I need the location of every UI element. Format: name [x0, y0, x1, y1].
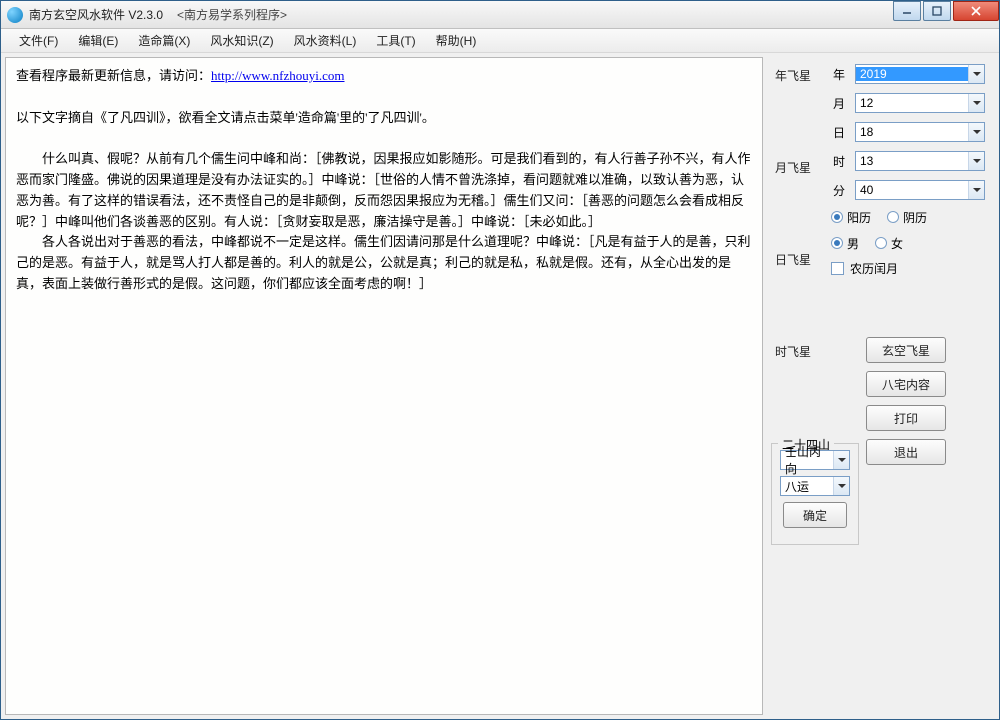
- menu-tools[interactable]: 工具(T): [366, 29, 425, 52]
- twentyfour-group: 二十四山 壬山丙向 八运 确定: [771, 443, 859, 545]
- direction-value: 壬山丙向: [781, 443, 833, 477]
- label-day-star: 日飞星: [767, 247, 827, 339]
- day-value: 18: [856, 125, 968, 139]
- chevron-down-icon: [968, 152, 984, 170]
- client-area: 查看程序最新更新信息，请访问：http://www.nfzhouyi.com 以…: [1, 53, 999, 719]
- content-pane: 查看程序最新更新信息，请访问：http://www.nfzhouyi.com 以…: [5, 57, 763, 715]
- chevron-down-icon: [968, 94, 984, 112]
- label-hour-star: 时飞星: [767, 339, 827, 431]
- label-minute: 分: [827, 182, 855, 199]
- leap-check-row[interactable]: 农历闰月: [831, 260, 985, 277]
- radio-icon: [887, 211, 899, 223]
- lunar-label: 阴历: [903, 209, 927, 226]
- radio-icon: [831, 211, 843, 223]
- radio-icon: [875, 237, 887, 249]
- label-year: 年: [827, 66, 855, 83]
- menu-knowledge[interactable]: 风水知识(Z): [200, 29, 283, 52]
- window-title: 南方玄空风水软件 V2.3.0: [29, 6, 163, 23]
- confirm-button[interactable]: 确定: [783, 502, 847, 528]
- solar-radio[interactable]: 阳历: [831, 209, 871, 226]
- chevron-down-icon: [968, 65, 984, 83]
- label-month-star: 月飞星: [767, 155, 827, 247]
- update-line: 查看程序最新更新信息，请访问：http://www.nfzhouyi.com: [16, 66, 752, 87]
- update-prefix: 查看程序最新更新信息，请访问：: [16, 68, 211, 83]
- year-combo[interactable]: 2019: [855, 64, 985, 84]
- bazhai-button[interactable]: 八宅内容: [866, 371, 946, 397]
- date-controls-column: 年 2019 月 12 日 18 时 13: [827, 57, 995, 715]
- label-day: 日: [827, 124, 855, 141]
- right-panel: 年飞星 月飞星 日飞星 时飞星 二十四山 壬山丙向 八运: [767, 57, 995, 715]
- calendar-radio-group: 阳历 阴历: [831, 208, 985, 226]
- day-combo[interactable]: 18: [855, 122, 985, 142]
- lunar-radio[interactable]: 阴历: [887, 209, 927, 226]
- menu-material[interactable]: 风水资料(L): [284, 29, 367, 52]
- titlebar: 南方玄空风水软件 V2.3.0 <南方易学系列程序>: [1, 1, 999, 29]
- leap-checkbox[interactable]: [831, 262, 844, 275]
- xuankong-button[interactable]: 玄空飞星: [866, 337, 946, 363]
- menu-zaoming[interactable]: 造命篇(X): [128, 29, 200, 52]
- menu-help[interactable]: 帮助(H): [426, 29, 487, 52]
- maximize-button[interactable]: [923, 1, 951, 21]
- gender-radio-group: 男 女: [831, 234, 985, 252]
- chevron-down-icon: [833, 477, 849, 495]
- menubar: 文件(F) 编辑(E) 造命篇(X) 风水知识(Z) 风水资料(L) 工具(T)…: [1, 29, 999, 53]
- hour-value: 13: [856, 154, 968, 168]
- label-year-star: 年飞星: [767, 63, 827, 155]
- label-hour: 时: [827, 153, 855, 170]
- menu-edit[interactable]: 编辑(E): [68, 29, 128, 52]
- menu-file[interactable]: 文件(F): [9, 29, 68, 52]
- app-window: 南方玄空风水软件 V2.3.0 <南方易学系列程序> 文件(F) 编辑(E) 造…: [0, 0, 1000, 720]
- window-subtitle: <南方易学系列程序>: [177, 6, 287, 23]
- direction-combo[interactable]: 壬山丙向: [780, 450, 850, 470]
- chevron-down-icon: [968, 123, 984, 141]
- month-value: 12: [856, 96, 968, 110]
- radio-icon: [831, 237, 843, 249]
- paragraph-2: 各人各说出对于善恶的看法，中峰都说不一定是这样。儒生们因请问那是什么道理呢？中峰…: [16, 232, 752, 294]
- chevron-down-icon: [833, 451, 849, 469]
- year-value: 2019: [856, 67, 968, 81]
- female-radio[interactable]: 女: [875, 235, 903, 252]
- intro-line: 以下文字摘自《了凡四训》，欲看全文请点击菜单'造命篇'里的'了凡四训'。: [16, 108, 752, 129]
- close-button[interactable]: [953, 1, 999, 21]
- paragraph-1: 什么叫真、假呢？从前有几个儒生问中峰和尚：［佛教说，因果报应如影随形。可是我们看…: [16, 149, 752, 232]
- print-button[interactable]: 打印: [866, 405, 946, 431]
- chevron-down-icon: [968, 181, 984, 199]
- star-labels-column: 年飞星 月飞星 日飞星 时飞星 二十四山 壬山丙向 八运: [767, 57, 827, 715]
- minute-combo[interactable]: 40: [855, 180, 985, 200]
- solar-label: 阳历: [847, 209, 871, 226]
- minute-value: 40: [856, 183, 968, 197]
- minimize-button[interactable]: [893, 1, 921, 21]
- month-combo[interactable]: 12: [855, 93, 985, 113]
- male-radio[interactable]: 男: [831, 235, 859, 252]
- exit-button[interactable]: 退出: [866, 439, 946, 465]
- window-buttons: [891, 1, 999, 21]
- label-month: 月: [827, 95, 855, 112]
- hour-combo[interactable]: 13: [855, 151, 985, 171]
- leap-label: 农历闰月: [850, 260, 898, 277]
- app-icon: [7, 7, 23, 23]
- update-link[interactable]: http://www.nfzhouyi.com: [211, 68, 344, 83]
- yun-value: 八运: [781, 478, 833, 495]
- yun-combo[interactable]: 八运: [780, 476, 850, 496]
- male-label: 男: [847, 235, 859, 252]
- female-label: 女: [891, 235, 903, 252]
